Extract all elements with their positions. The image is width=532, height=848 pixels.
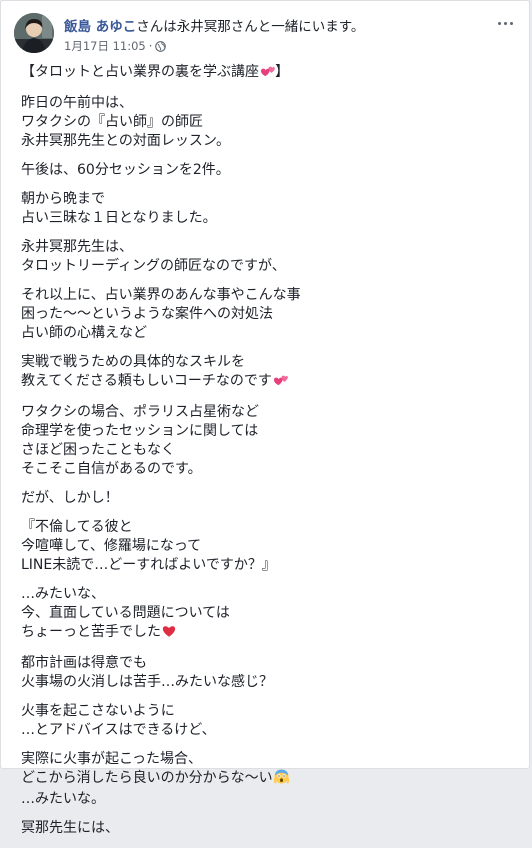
post-line: …みたいな。	[21, 791, 105, 807]
post-paragraph: 午後は、60分セッションを2件。	[21, 161, 515, 180]
post-line: 今喧嘩して、修羅場になって	[21, 538, 202, 554]
post-line: 永井冥那先生との対面レッスン。	[21, 133, 231, 149]
post-line: 【タロットと占い業界の裏を学ぶ講座】	[21, 63, 515, 84]
post-line: ワタクシの『占い師』の師匠	[21, 114, 203, 130]
tagged-with-text: さんは永井冥那さんと一緒にいます。	[136, 19, 365, 35]
post-paragraph: だが、しかし！	[21, 489, 515, 508]
post-paragraph: 冥那先生には、	[21, 819, 515, 838]
post-paragraph: 火事を起こさないように …とアドバイスはできるけど、	[21, 702, 515, 740]
post-meta: 1月17日 11:05 ·	[64, 38, 167, 54]
post-line: 午後は、60分セッションを2件。	[21, 162, 230, 178]
post-line: さほど困ったこともなく	[21, 442, 175, 458]
post-line: ちょーっと苦手でした	[21, 623, 515, 644]
more-options-icon[interactable]	[493, 15, 517, 31]
post-timestamp[interactable]: 1月17日 11:05	[64, 38, 146, 54]
post-line: 火事を起こさないように	[21, 703, 175, 719]
post-paragraph: 昨日の午前中は、ワタクシの『占い師』の師匠永井冥那先生との対面レッスン。	[21, 94, 515, 151]
post-line: 今、直面している問題については	[21, 605, 230, 621]
meta-separator: ·	[148, 39, 153, 53]
feed-post: 飯島 あゆこさんは永井冥那さんと一緒にいます。 1月17日 11:05 · 【タ…	[0, 0, 530, 836]
two-hearts-icon	[260, 64, 275, 84]
post-line: 都市計画は得意でも	[21, 655, 147, 671]
post-author-line: 飯島 あゆこさんは永井冥那さんと一緒にいます。	[64, 15, 364, 35]
post-line: 教えてくださる頼もしいコーチなのです	[21, 372, 515, 393]
post-line: それ以上に、占い業界のあんな事やこんな事	[21, 287, 301, 303]
post-line: どこから消したら良いのか分からな〜い	[21, 769, 515, 790]
post-line: 冥那先生には、	[21, 820, 119, 836]
post-line: 実戦で戦うための具体的なスキルを	[21, 354, 245, 370]
post-line: 永井冥那先生は、	[21, 239, 133, 255]
post-line: 朝から晩まで	[21, 191, 105, 207]
post-line: …とアドバイスはできるけど、	[21, 722, 216, 738]
profile-photo	[14, 13, 54, 53]
avatar[interactable]	[14, 13, 54, 53]
post-line: LINE未読で…どーすればよいですか？』	[21, 557, 276, 573]
post-paragraph: 実戦で戦うための具体的なスキルを教えてくださる頼もしいコーチなのです	[21, 353, 515, 393]
post-line: 昨日の午前中は、	[21, 95, 133, 111]
post-line: ワタクシの場合、ポラリス占星術など	[21, 404, 259, 420]
globe-icon[interactable]	[155, 40, 167, 52]
post-line: そこそこ自信があるのです。	[21, 461, 202, 477]
post-paragraph: 都市計画は得意でも火事場の火消しは苦手…みたいな感じ？	[21, 654, 515, 692]
post-paragraph: ワタクシの場合、ポラリス占星術など 命理学を使ったセッションに関しては さほど困った…	[21, 403, 515, 479]
post-paragraph: …みたいな、今、直面している問題についてはちょーっと苦手でした	[21, 585, 515, 644]
post-line: だが、しかし！	[21, 490, 119, 506]
post-text: 【タロットと占い業界の裏を学ぶ講座】昨日の午前中は、 ワタクシの『占い師』の師匠永…	[21, 63, 515, 848]
post-header: 飯島 あゆこさんは永井冥那さんと一緒にいます。 1月17日 11:05 ·	[14, 13, 519, 57]
post-line: 占い師の心構えなど	[21, 325, 147, 341]
post-line: 占い三昧な１日となりました。	[21, 210, 217, 226]
post-paragraph: それ以上に、占い業界のあんな事やこんな事 困った〜〜というような案件への対処法 占い…	[21, 286, 515, 343]
post-line: 『不倫してる彼と	[21, 519, 133, 535]
post-line: 困った〜〜というような案件への対処法	[21, 306, 273, 322]
post-paragraph: 実際に火事が起こった場合、どこから消したら良いのか分からな〜い …みたいな。	[21, 750, 515, 809]
post-paragraph: 『不倫してる彼と今喧嘩して、修羅場になって LINE未読で…どーすればよいですか？…	[21, 518, 515, 575]
post-line: 火事場の火消しは苦手…みたいな感じ？	[21, 674, 273, 690]
red-heart-icon	[162, 624, 176, 644]
post-line: タロットリーディングの師匠なのですが、	[21, 258, 286, 274]
post-paragraph: 永井冥那先生は、タロットリーディングの師匠なのですが、	[21, 238, 515, 276]
post-paragraph: 【タロットと占い業界の裏を学ぶ講座】	[21, 63, 515, 84]
post-line: 命理学を使ったセッションに関しては	[21, 423, 259, 439]
post-line: …みたいな、	[21, 586, 105, 602]
post-line: 実際に火事が起こった場合、	[21, 751, 203, 767]
two-hearts-icon	[273, 373, 288, 393]
post-paragraph: 朝から晩まで占い三昧な１日となりました。	[21, 190, 515, 228]
screaming-face-icon	[273, 769, 289, 790]
author-name-link[interactable]: 飯島 あゆこ	[64, 19, 136, 35]
